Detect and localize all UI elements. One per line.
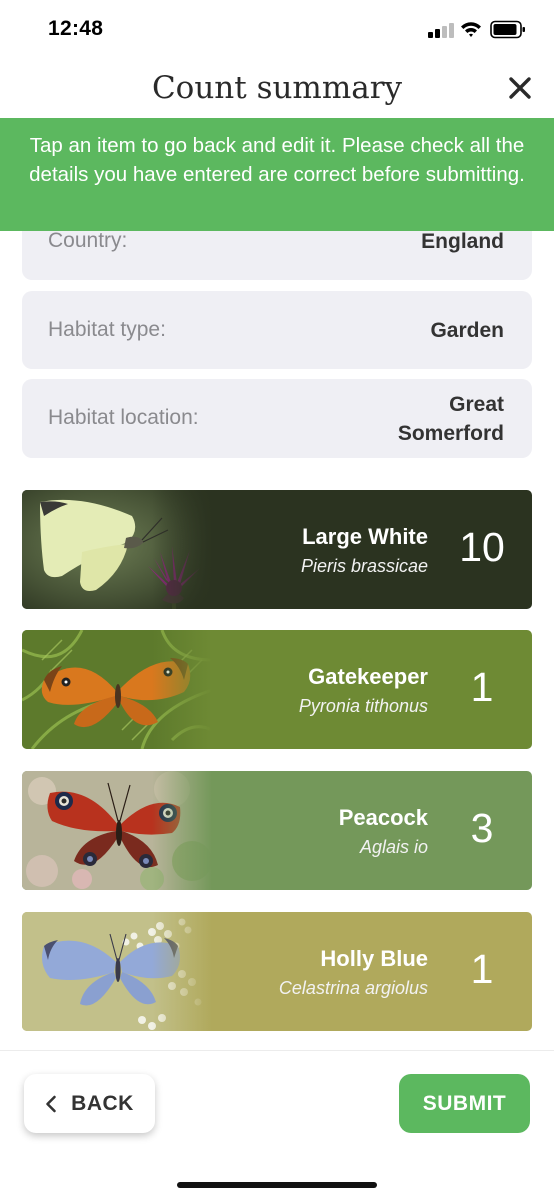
species-name: Large White bbox=[302, 524, 428, 549]
battery-icon bbox=[490, 20, 525, 39]
detail-label: Habitat location: bbox=[48, 406, 199, 429]
species-card-large-white[interactable]: Large White Pieris brassicae 10 bbox=[22, 490, 532, 609]
photo-fade bbox=[152, 912, 212, 1031]
detail-label: Habitat type: bbox=[48, 318, 166, 341]
page-title: Count summary bbox=[151, 70, 403, 106]
detail-row-habitat-type[interactable]: Habitat type: Garden bbox=[22, 291, 532, 369]
detail-value-line: Somerford bbox=[397, 422, 504, 445]
species-card-holly-blue[interactable]: Holly Blue Celastrina argiolus 1 bbox=[22, 912, 532, 1031]
photo-fade bbox=[152, 630, 212, 749]
back-button[interactable]: BACK bbox=[24, 1074, 155, 1133]
species-latin-name: Pyronia tithonus bbox=[298, 696, 428, 716]
status-time: 12:48 bbox=[48, 17, 104, 40]
species-count: 1 bbox=[470, 946, 494, 992]
species-name: Holly Blue bbox=[320, 946, 428, 971]
detail-value: Garden bbox=[430, 319, 504, 342]
wifi-icon bbox=[461, 22, 481, 37]
species-latin-name: Aglais io bbox=[359, 837, 428, 857]
detail-label: Country: bbox=[48, 229, 128, 252]
submit-button-label: SUBMIT bbox=[422, 1091, 507, 1115]
home-indicator[interactable] bbox=[177, 1182, 377, 1188]
detail-row-habitat-location[interactable]: Habitat location: Great Somerford bbox=[22, 379, 532, 458]
submit-button[interactable]: SUBMIT bbox=[399, 1074, 530, 1133]
species-count: 1 bbox=[470, 664, 494, 710]
species-latin-name: Celastrina argiolus bbox=[278, 978, 428, 998]
cellular-signal-icon bbox=[428, 22, 454, 38]
detail-value: England bbox=[421, 230, 504, 253]
photo-fade bbox=[152, 490, 212, 609]
back-button-label: BACK bbox=[71, 1091, 134, 1115]
species-count: 10 bbox=[459, 524, 505, 570]
detail-value: Great Somerford bbox=[398, 390, 504, 448]
close-button[interactable] bbox=[506, 74, 534, 102]
species-count: 3 bbox=[470, 805, 494, 851]
chevron-left-icon bbox=[46, 1095, 56, 1112]
photo-fade bbox=[152, 771, 212, 890]
species-card-gatekeeper[interactable]: Gatekeeper Pyronia tithonus 1 bbox=[22, 630, 532, 749]
close-icon bbox=[509, 77, 531, 99]
status-bar: 12:48 bbox=[0, 0, 554, 60]
species-card-peacock[interactable]: Peacock Aglais io 3 bbox=[22, 771, 532, 890]
species-name: Gatekeeper bbox=[308, 664, 428, 689]
species-latin-name: Pieris brassicae bbox=[300, 556, 428, 576]
species-name: Peacock bbox=[338, 805, 428, 830]
detail-value-line: Great bbox=[449, 393, 504, 416]
instruction-banner: Tap an item to go back and edit it. Plea… bbox=[0, 118, 554, 231]
